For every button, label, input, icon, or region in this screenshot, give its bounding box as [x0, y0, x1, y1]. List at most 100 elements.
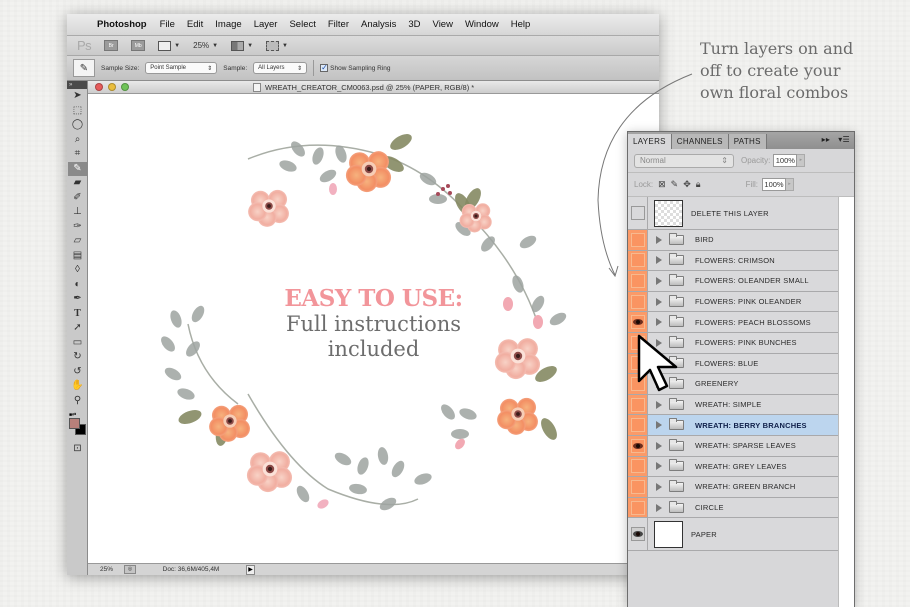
brush-tool-icon[interactable]: ✐	[68, 191, 87, 206]
menu-edit[interactable]: Edit	[187, 19, 203, 30]
panel-menu-icon[interactable]: ▾☰	[838, 135, 850, 144]
menu-layer[interactable]: Layer	[254, 19, 278, 30]
status-zoom-value[interactable]: 25%	[88, 566, 124, 573]
fill-input[interactable]: 100%	[762, 178, 787, 191]
zoom-tool-icon[interactable]: ⚲	[68, 394, 87, 409]
opacity-input[interactable]: 100%	[773, 154, 798, 167]
quick-selection-tool-icon[interactable]: ⌕	[68, 133, 87, 148]
pen-tool-icon[interactable]: ✒	[68, 292, 87, 307]
visibility-toggle[interactable]	[628, 477, 648, 497]
screen-mode-dropdown[interactable]: ▼	[266, 40, 288, 51]
layer-group-row[interactable]: WREATH: GREEN BRANCH	[628, 477, 838, 498]
expand-triangle-icon[interactable]	[656, 441, 662, 450]
3d-orbit-tool-icon[interactable]: ↺	[68, 365, 87, 380]
fill-slider-button[interactable]: ▸	[786, 178, 795, 191]
layer-group-row[interactable]: FLOWERS: CRIMSON	[628, 250, 838, 272]
visibility-toggle[interactable]	[628, 312, 648, 332]
layer-group-row[interactable]: WREATH: GREY LEAVES	[628, 456, 838, 478]
visibility-toggle[interactable]	[628, 230, 648, 250]
visibility-toggle[interactable]	[628, 518, 648, 551]
menu-filter[interactable]: Filter	[328, 19, 349, 30]
eyedropper-tool-icon[interactable]: ✎	[68, 161, 87, 176]
foreground-color-swatch[interactable]	[69, 418, 80, 429]
menu-app-name[interactable]: Photoshop	[97, 19, 147, 30]
lasso-tool-icon[interactable]: ◯	[68, 118, 87, 133]
layer-group-row[interactable]: CIRCLE	[628, 497, 838, 519]
menu-analysis[interactable]: Analysis	[361, 19, 396, 30]
visibility-toggle[interactable]	[628, 250, 648, 271]
visibility-toggle[interactable]	[628, 435, 648, 456]
close-window-button[interactable]	[95, 83, 103, 91]
expand-triangle-icon[interactable]	[656, 421, 662, 430]
expand-triangle-icon[interactable]	[656, 482, 662, 491]
visibility-toggle[interactable]	[628, 456, 648, 477]
layer-group-row[interactable]: FLOWERS: OLEANDER SMALL	[628, 271, 838, 292]
visibility-toggle[interactable]	[628, 271, 648, 291]
blend-mode-select[interactable]: Normal ⇕	[634, 153, 734, 168]
menu-help[interactable]: Help	[511, 19, 531, 30]
layer-delete-this-layer[interactable]: DELETE THIS LAYER	[628, 197, 838, 230]
minimize-window-button[interactable]	[108, 83, 116, 91]
collapse-grip[interactable]: »	[67, 81, 87, 89]
blur-tool-icon[interactable]: ◊	[68, 263, 87, 278]
layer-group-row[interactable]: WREATH: SIMPLE	[628, 394, 838, 416]
expand-triangle-icon[interactable]	[656, 462, 662, 471]
tab-paths[interactable]: PATHS	[728, 134, 767, 149]
expand-triangle-icon[interactable]	[656, 318, 662, 327]
tab-channels[interactable]: CHANNELS	[671, 134, 729, 149]
clone-stamp-tool-icon[interactable]: ⊥	[68, 205, 87, 220]
expand-triangle-icon[interactable]	[656, 297, 662, 306]
status-info-icon[interactable]: ◎	[124, 565, 136, 574]
lock-transparency-icon[interactable]: ⊠	[658, 179, 666, 190]
path-selection-tool-icon[interactable]: ➚	[68, 321, 87, 336]
show-sampling-ring-checkbox[interactable]: ✓	[320, 64, 329, 72]
layer-group-row[interactable]: WREATH: SPARSE LEAVES	[628, 435, 838, 457]
lock-position-icon[interactable]: ✥	[683, 179, 691, 190]
quick-mask-icon[interactable]: ⊡	[68, 442, 87, 457]
menu-image[interactable]: Image	[215, 19, 241, 30]
visibility-toggle[interactable]	[628, 415, 648, 435]
healing-brush-tool-icon[interactable]: ▰	[68, 176, 87, 191]
3d-rotate-tool-icon[interactable]: ↻	[68, 350, 87, 365]
layer-group-row[interactable]: FLOWERS: PINK OLEANDER	[628, 291, 838, 313]
history-brush-tool-icon[interactable]: ✑	[68, 220, 87, 235]
status-menu-arrow-icon[interactable]: ▶	[246, 564, 255, 575]
move-tool-icon[interactable]: ➤	[68, 89, 87, 104]
view-extras-dropdown[interactable]: ▼	[158, 40, 180, 51]
sample-size-select[interactable]: Point Sample ⇕	[145, 62, 218, 74]
layer-paper[interactable]: PAPER	[628, 518, 838, 552]
dodge-tool-icon[interactable]: ◐	[68, 278, 87, 293]
visibility-toggle[interactable]	[628, 497, 648, 518]
expand-triangle-icon[interactable]	[656, 503, 662, 512]
rectangle-tool-icon[interactable]: ▭	[68, 336, 87, 351]
tab-layers[interactable]: LAYERS	[628, 134, 672, 149]
collapse-panel-icon[interactable]: ▸▸	[822, 135, 831, 144]
menu-select[interactable]: Select	[289, 19, 315, 30]
lock-pixels-icon[interactable]: ✎	[671, 179, 679, 190]
crop-tool-icon[interactable]: ⌗	[68, 147, 87, 162]
launch-bridge-button[interactable]: Br	[104, 40, 119, 51]
lock-all-icon[interactable]: 🔒︎	[696, 179, 701, 190]
sample-select[interactable]: All Layers ⇕	[253, 62, 308, 74]
expand-triangle-icon[interactable]	[656, 256, 662, 265]
menu-view[interactable]: View	[433, 19, 453, 30]
menu-file[interactable]: File	[160, 19, 175, 30]
layers-scrollbar[interactable]	[838, 197, 854, 607]
layer-group-row[interactable]: WREATH: BERRY BRANCHES	[628, 415, 838, 436]
marquee-tool-icon[interactable]: ⬚	[68, 104, 87, 119]
eraser-tool-icon[interactable]: ▱	[68, 234, 87, 249]
launch-mini-bridge-button[interactable]: Mb	[131, 40, 146, 51]
arrange-documents-dropdown[interactable]: ▼	[231, 40, 253, 51]
zoom-window-button[interactable]	[121, 83, 129, 91]
visibility-toggle[interactable]	[628, 291, 648, 312]
expand-triangle-icon[interactable]	[656, 235, 662, 244]
opacity-slider-button[interactable]: ▸	[797, 154, 806, 167]
visibility-toggle[interactable]	[628, 197, 648, 229]
visibility-toggle[interactable]	[628, 394, 648, 415]
layer-group-row[interactable]: BIRD	[628, 230, 838, 251]
show-sampling-ring-toggle[interactable]: ✓ Show Sampling Ring	[320, 64, 391, 72]
zoom-level-dropdown[interactable]: 25% ▼	[193, 41, 218, 50]
menu-3d[interactable]: 3D	[408, 19, 420, 30]
layer-group-row[interactable]: FLOWERS: PEACH BLOSSOMS	[628, 312, 838, 333]
menu-window[interactable]: Window	[465, 19, 499, 30]
